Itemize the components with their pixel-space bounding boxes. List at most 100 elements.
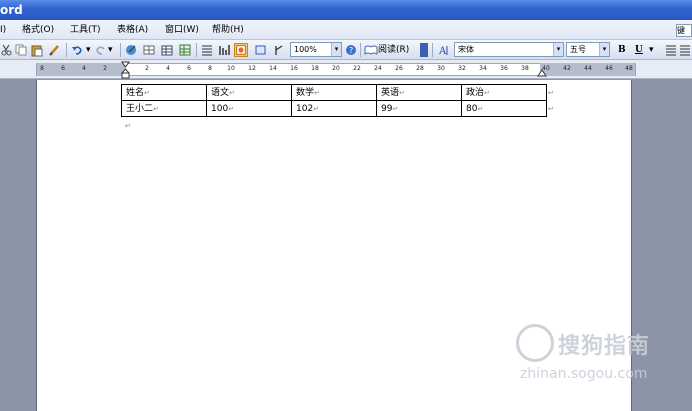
chevron-down-icon: ▾ bbox=[599, 43, 609, 56]
ruler-tick: 30 bbox=[437, 65, 445, 72]
table-cell[interactable]: 政治↵ bbox=[461, 84, 547, 101]
font-size-select[interactable]: 五号 ▾ bbox=[566, 42, 610, 57]
format-painter-icon[interactable] bbox=[48, 43, 62, 57]
cell-mark-icon: ↵ bbox=[153, 104, 159, 113]
ruler-tick: 20 bbox=[332, 65, 340, 72]
ruler-tick: 8 bbox=[208, 65, 212, 72]
ruler-tick: 36 bbox=[500, 65, 508, 72]
cell-mark-icon: ↵ bbox=[477, 104, 484, 113]
ruler-tick: 32 bbox=[458, 65, 466, 72]
paragraph-mark-icon[interactable] bbox=[272, 43, 286, 57]
zoom-select[interactable]: 100% ▾ bbox=[290, 42, 342, 57]
toolbar-options-icon[interactable] bbox=[420, 43, 428, 57]
cell-mark-icon: ↵ bbox=[314, 88, 320, 97]
help-icon[interactable]: ? bbox=[344, 43, 358, 57]
ruler-tick: 26 bbox=[395, 65, 403, 72]
menu-format[interactable]: 格式(O) bbox=[22, 23, 54, 37]
undo-icon[interactable] bbox=[70, 43, 84, 57]
cell-text: 80 bbox=[466, 103, 478, 114]
table-cell[interactable]: 102↵ bbox=[291, 100, 377, 117]
undo-dropdown-icon[interactable]: ▾ bbox=[86, 43, 91, 57]
drawing-icon[interactable] bbox=[217, 43, 231, 57]
insert-table-icon[interactable] bbox=[160, 43, 174, 57]
read-button[interactable]: 阅读(R) bbox=[378, 43, 409, 57]
tables-borders-icon[interactable] bbox=[142, 43, 156, 57]
styles-icon[interactable]: A bbox=[438, 43, 452, 57]
ruler-tick: 44 bbox=[584, 65, 592, 72]
table-cell[interactable]: 100↵ bbox=[206, 100, 292, 117]
help-search-input[interactable]: 键入 bbox=[676, 24, 692, 37]
watermark-url: zhinan.sogou.com bbox=[520, 366, 648, 382]
underline-dropdown-icon[interactable]: ▾ bbox=[649, 43, 654, 57]
table-cell[interactable]: 姓名↵ bbox=[121, 84, 207, 101]
menu-window[interactable]: 窗口(W) bbox=[165, 23, 199, 37]
cell-text: 数学 bbox=[296, 87, 315, 98]
table-cell[interactable]: 语文↵ bbox=[206, 84, 292, 101]
insert-excel-icon[interactable] bbox=[178, 43, 192, 57]
table-cell[interactable]: 80↵ bbox=[461, 100, 547, 117]
ruler-tick: 2 bbox=[145, 65, 149, 72]
row-end-mark-icon: ↵ bbox=[548, 105, 554, 113]
indent-marker-icon[interactable] bbox=[121, 61, 130, 79]
read-icon[interactable] bbox=[364, 43, 378, 57]
cell-mark-icon: ↵ bbox=[313, 104, 320, 113]
document-map-button[interactable] bbox=[234, 43, 248, 57]
cut-icon[interactable] bbox=[0, 43, 14, 57]
menu-insert[interactable]: I) bbox=[0, 23, 6, 37]
cell-text: 102 bbox=[296, 103, 314, 114]
ruler-tick: 16 bbox=[290, 65, 298, 72]
table-row: 姓名↵ 语文↵ 数学↵ 英语↵ 政治↵ bbox=[121, 84, 547, 101]
underline-button[interactable]: U bbox=[635, 43, 643, 57]
menu-tools[interactable]: 工具(T) bbox=[70, 23, 101, 37]
row-end-mark-icon: ↵ bbox=[548, 89, 554, 97]
font-size-value: 五号 bbox=[570, 45, 586, 54]
ruler-tick: 18 bbox=[311, 65, 319, 72]
ruler-tick: 4 bbox=[82, 65, 86, 72]
chevron-down-icon: ▾ bbox=[331, 43, 341, 56]
horizontal-ruler[interactable]: 8 6 4 2 2 4 6 8 10 12 14 16 18 20 22 24 … bbox=[0, 60, 692, 79]
hyperlink-icon[interactable] bbox=[125, 43, 139, 57]
copy-icon[interactable] bbox=[14, 43, 28, 57]
document-table[interactable]: 姓名↵ 语文↵ 数学↵ 英语↵ 政治↵ 王小二↵ 100↵ 102↵ 99↵ 8… bbox=[121, 84, 547, 117]
cell-text: 99 bbox=[381, 103, 393, 114]
table-cell[interactable]: 英语↵ bbox=[376, 84, 462, 101]
table-row: 王小二↵ 100↵ 102↵ 99↵ 80↵ bbox=[121, 100, 547, 117]
menu-table[interactable]: 表格(A) bbox=[117, 23, 148, 37]
table-cell[interactable]: 王小二↵ bbox=[121, 100, 207, 117]
ruler-tick: 12 bbox=[248, 65, 256, 72]
redo-dropdown-icon[interactable]: ▾ bbox=[108, 43, 113, 57]
document-map-icon bbox=[236, 45, 246, 55]
align-justify-icon[interactable] bbox=[664, 43, 678, 57]
ruler-tick: 34 bbox=[479, 65, 487, 72]
show-hide-icon[interactable] bbox=[254, 43, 268, 57]
align-distributed-icon[interactable] bbox=[678, 43, 692, 57]
paste-icon[interactable] bbox=[30, 43, 44, 57]
font-name-select[interactable]: 宋体 ▾ bbox=[454, 42, 564, 57]
ruler-tick: 24 bbox=[374, 65, 382, 72]
ruler-tick: 28 bbox=[416, 65, 424, 72]
zoom-value: 100% bbox=[294, 45, 317, 54]
paragraph-mark-icon: ↵ bbox=[125, 122, 131, 130]
cell-mark-icon: ↵ bbox=[399, 88, 405, 97]
table-cell[interactable]: 数学↵ bbox=[291, 84, 377, 101]
ruler-tick: 40 bbox=[542, 65, 550, 72]
columns-icon[interactable] bbox=[200, 43, 214, 57]
ruler-tick: 22 bbox=[353, 65, 361, 72]
menu-bar: I) 格式(O) 工具(T) 表格(A) 窗口(W) 帮助(H) bbox=[0, 20, 692, 40]
cell-mark-icon: ↵ bbox=[484, 88, 490, 97]
cell-text: 姓名 bbox=[126, 87, 145, 98]
toolbar-separator bbox=[66, 43, 67, 57]
bold-button[interactable]: B bbox=[618, 43, 626, 57]
svg-text:?: ? bbox=[349, 46, 353, 55]
redo-icon[interactable] bbox=[94, 43, 108, 57]
menu-help[interactable]: 帮助(H) bbox=[212, 23, 244, 37]
ruler-tick: 14 bbox=[269, 65, 277, 72]
cell-mark-icon: ↵ bbox=[228, 104, 235, 113]
title-bar: ord bbox=[0, 0, 692, 20]
toolbar-separator bbox=[360, 43, 361, 57]
ruler-tick: 6 bbox=[61, 65, 65, 72]
table-cell[interactable]: 99↵ bbox=[376, 100, 462, 117]
cell-text: 语文 bbox=[211, 87, 230, 98]
cell-mark-icon: ↵ bbox=[144, 88, 150, 97]
toolbar: ▾ ▾ 100% ▾ ? 阅读(R) A 宋体 ▾ 五号 ▾ B U ▾ bbox=[0, 40, 692, 60]
